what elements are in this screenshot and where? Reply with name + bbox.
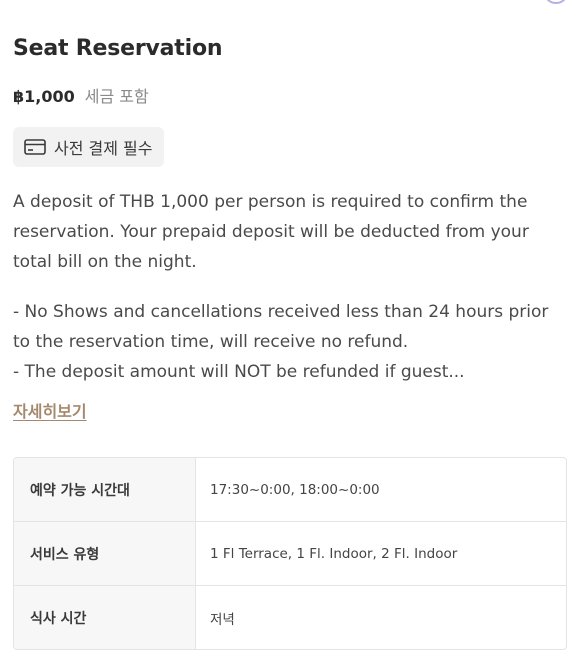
description-policy-line: - No Shows and cancellations received le…	[13, 302, 549, 352]
table-value: 저녁	[210, 611, 235, 628]
table-value: 1 Fl Terrace, 1 Fl. Indoor, 2 Fl. Indoor	[210, 545, 458, 562]
table-label: 식사 시간	[14, 586, 196, 649]
table-row: 서비스 유형 1 Fl Terrace, 1 Fl. Indoor, 2 Fl.…	[14, 521, 566, 585]
top-corner-accent	[545, 0, 567, 4]
table-label: 서비스 유형	[14, 522, 196, 585]
page-title: Seat Reservation	[13, 36, 223, 61]
description-policy-line: - The deposit amount will NOT be refunde…	[13, 362, 465, 382]
table-row: 예약 가능 시간대 17:30~0:00, 18:00~0:00	[14, 458, 566, 521]
badge-label: 사전 결제 필수	[54, 139, 153, 158]
price: ฿1,000	[13, 87, 75, 106]
credit-card-icon	[24, 139, 46, 155]
prepayment-badge: 사전 결제 필수	[13, 127, 164, 167]
read-more-link[interactable]: 자세히보기	[13, 398, 87, 422]
description-paragraph: A deposit of THB 1,000 per person is req…	[13, 192, 529, 272]
info-table: 예약 가능 시간대 17:30~0:00, 18:00~0:00 서비스 유형 …	[13, 457, 567, 650]
table-label: 예약 가능 시간대	[14, 458, 196, 521]
table-value: 17:30~0:00, 18:00~0:00	[210, 481, 380, 498]
description: A deposit of THB 1,000 per person is req…	[13, 187, 565, 387]
price-row: ฿1,000 세금 포함	[13, 83, 149, 107]
table-row: 식사 시간 저녁	[14, 585, 566, 649]
tax-note: 세금 포함	[84, 87, 149, 106]
